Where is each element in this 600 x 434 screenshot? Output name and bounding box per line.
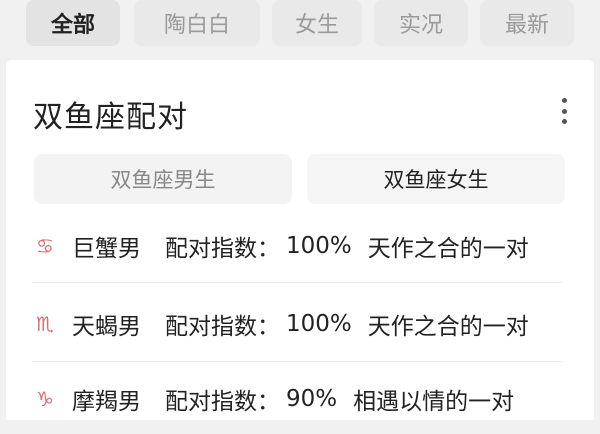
tab-all[interactable]: 全部: [26, 0, 120, 46]
tab-latest[interactable]: 最新: [480, 0, 574, 46]
match-row[interactable]: ♋ 巨蟹男 配对指数： 100% 天作之合的一对: [32, 211, 562, 281]
scorpio-icon: ♏: [36, 312, 54, 336]
match-description: 天作之合的一对: [367, 314, 529, 340]
match-description: 相遇以情的一对: [353, 389, 515, 415]
capricorn-icon: ♑: [36, 387, 54, 411]
pairing-card: 双鱼座配对 双鱼座男生 双鱼座女生 ♋ 巨蟹男 配对指数： 100% 天作之合的…: [6, 60, 594, 420]
match-sign-name: 巨蟹男: [72, 236, 141, 262]
match-index-label: 配对指数：: [165, 236, 280, 262]
more-vertical-icon[interactable]: [560, 98, 568, 124]
match-index-label: 配对指数：: [165, 389, 280, 415]
match-sign-name: 摩羯男: [72, 389, 141, 415]
category-tab-bar: 全部 陶白白 女生 实况 最新: [0, 0, 600, 58]
match-row[interactable]: ♑ 摩羯男 配对指数： 90% 相遇以情的一对: [32, 364, 562, 434]
tab-live[interactable]: 实况: [374, 0, 468, 46]
cancer-icon: ♋: [36, 234, 54, 258]
match-index-label: 配对指数：: [165, 314, 280, 340]
match-row[interactable]: ♏ 天蝎男 配对指数： 100% 天作之合的一对: [32, 289, 562, 359]
match-index-value: 100%: [286, 311, 352, 337]
match-index-value: 90%: [286, 386, 338, 412]
match-index-value: 100%: [286, 233, 352, 259]
tab-taobaibai[interactable]: 陶白白: [134, 0, 260, 46]
card-title: 双鱼座配对: [33, 100, 188, 135]
segment-pisces-female[interactable]: 双鱼座女生: [307, 154, 565, 204]
segment-pisces-male[interactable]: 双鱼座男生: [34, 154, 292, 204]
match-description: 天作之合的一对: [367, 236, 529, 262]
tab-female[interactable]: 女生: [272, 0, 362, 46]
row-divider: [32, 361, 562, 362]
match-sign-name: 天蝎男: [72, 314, 141, 340]
row-divider: [32, 282, 562, 283]
